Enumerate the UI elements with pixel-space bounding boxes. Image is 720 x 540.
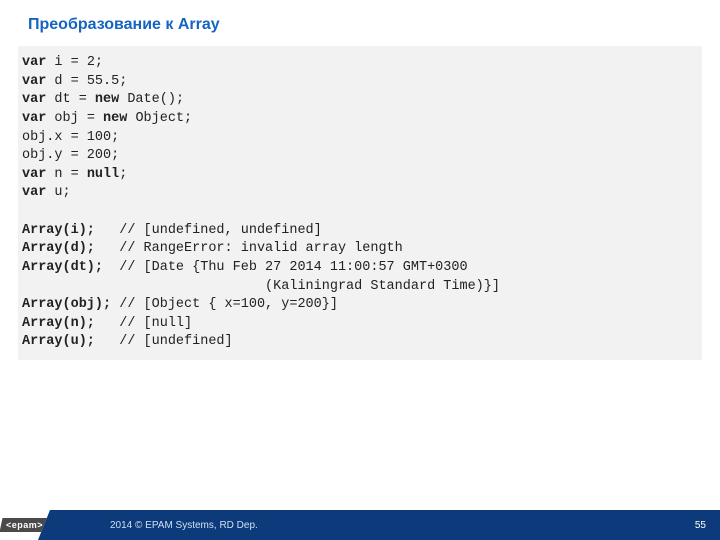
footer-logo-wrap: <epam>: [0, 510, 50, 540]
kw-new: new: [95, 92, 119, 107]
epam-logo: <epam>: [0, 518, 50, 532]
code-call: Array(dt);: [22, 260, 119, 275]
code-comment: // [null]: [119, 316, 192, 331]
code-text: d = 55.5;: [46, 74, 127, 89]
code-text: u;: [46, 185, 70, 200]
code-text: obj.x = 100;: [22, 130, 119, 145]
code-call: Array(d);: [22, 241, 119, 256]
code-comment: (Kaliningrad Standard Time)}]: [22, 279, 500, 294]
code-text: ;: [119, 167, 127, 182]
footer-copyright: 2014 © EPAM Systems, RD Dep.: [110, 520, 258, 531]
kw-var: var: [22, 111, 46, 126]
code-call: Array(obj);: [22, 297, 119, 312]
code-text: obj.y = 200;: [22, 148, 119, 163]
kw-var: var: [22, 74, 46, 89]
kw-var: var: [22, 92, 46, 107]
code-comment: // [Object { x=100, y=200}]: [119, 297, 338, 312]
code-text: i = 2;: [46, 55, 103, 70]
code-comment: // [undefined]: [119, 334, 232, 349]
slide-title: Преобразование к Array: [0, 0, 720, 46]
kw-var: var: [22, 185, 46, 200]
code-call: Array(u);: [22, 334, 119, 349]
blank-line: [22, 204, 30, 219]
kw-var: var: [22, 167, 46, 182]
code-text: dt =: [46, 92, 95, 107]
page-number: 55: [695, 520, 706, 531]
code-comment: // [Date {Thu Feb 27 2014 11:00:57 GMT+0…: [119, 260, 467, 275]
code-call: Array(i);: [22, 223, 119, 238]
code-block: var i = 2; var d = 55.5; var dt = new Da…: [18, 46, 702, 360]
kw-null: null: [87, 167, 119, 182]
code-text: Date();: [119, 92, 184, 107]
code-text: n =: [46, 167, 87, 182]
code-text: obj =: [46, 111, 103, 126]
code-text: Object;: [127, 111, 192, 126]
code-comment: // RangeError: invalid array length: [119, 241, 403, 256]
code-call: Array(n);: [22, 316, 119, 331]
kw-var: var: [22, 55, 46, 70]
footer-bar: <epam> 2014 © EPAM Systems, RD Dep. 55: [0, 510, 720, 540]
code-comment: // [undefined, undefined]: [119, 223, 322, 238]
kw-new: new: [103, 111, 127, 126]
